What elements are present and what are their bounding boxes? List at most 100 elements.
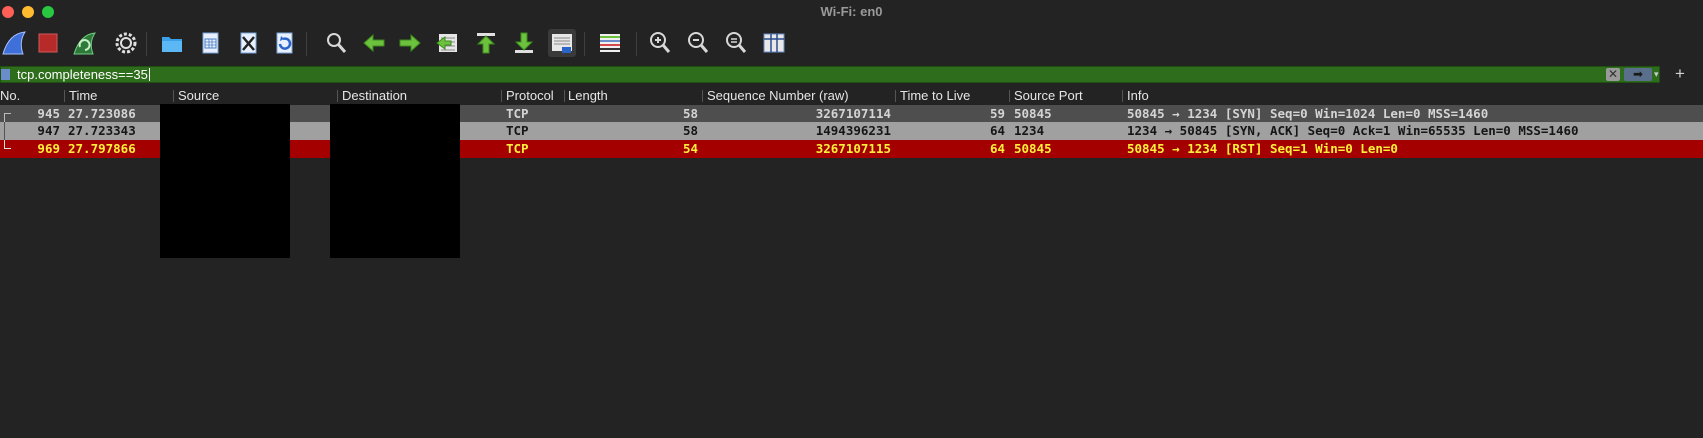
column-divider[interactable] <box>564 90 565 102</box>
column-header-no[interactable]: No. <box>0 88 20 103</box>
zoom-in-icon <box>650 32 671 53</box>
column-header-length[interactable]: Length <box>568 88 608 103</box>
packet-src-port: 1234 <box>1014 123 1045 138</box>
column-divider[interactable] <box>895 90 896 102</box>
column-header-seq-raw[interactable]: Sequence Number (raw) <box>707 88 849 103</box>
zoom-out-button[interactable] <box>684 29 712 57</box>
packet-time: 27.723343 <box>68 123 136 138</box>
packet-ttl: 64 <box>989 123 1005 138</box>
toolbar-separator <box>636 32 637 56</box>
window-title: Wi-Fi: en0 <box>820 4 883 19</box>
packet-length: 58 <box>682 123 698 138</box>
column-header-destination[interactable]: Destination <box>342 88 407 103</box>
start-capture-button[interactable] <box>0 29 28 57</box>
last-packet-icon <box>514 32 534 53</box>
packet-list-header: No. Time Source Destination Protocol Len… <box>0 87 1703 105</box>
display-filter-input[interactable]: tcp.completeness==35 <box>17 67 150 82</box>
go-forward-button[interactable] <box>396 29 424 57</box>
packet-src-port: 50845 <box>1014 141 1052 156</box>
packet-protocol: TCP <box>506 123 529 138</box>
find-packet-button[interactable] <box>322 29 350 57</box>
colorize-icon <box>600 34 620 52</box>
column-divider[interactable] <box>1122 90 1123 102</box>
title-bar: Wi-Fi: en0 <box>0 0 1703 24</box>
resize-columns-icon <box>763 33 785 53</box>
filter-bookmark-icon[interactable] <box>1 69 10 80</box>
packet-length: 58 <box>682 106 698 121</box>
packet-no: 947 <box>37 123 60 138</box>
column-header-ttl[interactable]: Time to Live <box>900 88 970 103</box>
toolbar-separator <box>584 32 585 56</box>
zoom-reset-icon <box>726 32 747 53</box>
column-header-time[interactable]: Time <box>69 88 97 103</box>
packet-protocol: TCP <box>506 141 529 156</box>
goto-packet-icon <box>436 34 457 52</box>
packet-info: 50845 → 1234 [RST] Seq=1 Win=0 Len=0 <box>1127 141 1398 156</box>
restart-fin-icon <box>73 32 97 55</box>
column-divider[interactable] <box>1009 90 1010 102</box>
file-icon <box>202 32 219 54</box>
packet-seq-raw: 3267107115 <box>815 141 891 156</box>
reload-file-button[interactable] <box>270 29 298 57</box>
column-header-info[interactable]: Info <box>1127 88 1149 103</box>
toolbar-separator <box>306 32 307 56</box>
packet-src-port: 50845 <box>1014 106 1052 121</box>
apply-filter-button[interactable]: ➡ <box>1624 68 1652 81</box>
colorize-button[interactable] <box>596 29 624 57</box>
go-to-packet-button[interactable] <box>434 29 462 57</box>
restart-capture-button[interactable] <box>70 29 98 57</box>
packet-ttl: 59 <box>989 106 1005 121</box>
close-file-button[interactable] <box>234 29 262 57</box>
packet-length: 54 <box>682 141 698 156</box>
auto-scroll-icon <box>552 34 572 53</box>
column-divider[interactable] <box>702 90 703 102</box>
arrow-right-icon <box>399 33 421 53</box>
main-toolbar <box>0 26 1703 62</box>
display-filter-bar: tcp.completeness==35 ✕ ➡ ▾ <box>0 66 1660 83</box>
redacted-source-block <box>160 104 290 258</box>
column-header-source-port[interactable]: Source Port <box>1014 88 1083 103</box>
packet-no: 969 <box>37 141 60 156</box>
arrow-left-icon <box>363 33 385 53</box>
zoom-out-icon <box>688 32 709 53</box>
clear-filter-button[interactable]: ✕ <box>1606 68 1620 81</box>
save-file-button[interactable] <box>196 29 224 57</box>
reload-icon <box>276 32 293 54</box>
normal-size-button[interactable] <box>722 29 750 57</box>
gear-icon <box>115 32 137 54</box>
add-filter-button[interactable]: + <box>1675 65 1685 82</box>
folder-icon <box>162 37 182 52</box>
packet-info: 1234 → 50845 [SYN, ACK] Seq=0 Ack=1 Win=… <box>1127 123 1579 138</box>
packet-seq-raw: 1494396231 <box>815 123 891 138</box>
first-packet-button[interactable] <box>472 29 500 57</box>
go-back-button[interactable] <box>360 29 388 57</box>
open-file-button[interactable] <box>158 29 186 57</box>
first-packet-icon <box>476 33 496 54</box>
toolbar-separator <box>146 32 147 56</box>
column-header-source[interactable]: Source <box>178 88 219 103</box>
packet-protocol: TCP <box>506 106 529 121</box>
filter-history-dropdown[interactable]: ▾ <box>1654 67 1664 82</box>
magnifier-icon <box>327 33 347 53</box>
packet-info: 50845 → 1234 [SYN] Seq=0 Win=1024 Len=0 … <box>1127 106 1489 121</box>
packet-ttl: 64 <box>989 141 1005 156</box>
column-divider[interactable] <box>337 90 338 102</box>
packet-seq-raw: 3267107114 <box>815 106 891 121</box>
capture-options-button[interactable] <box>112 29 140 57</box>
zoom-in-button[interactable] <box>646 29 674 57</box>
stop-square-icon <box>38 33 58 53</box>
last-packet-button[interactable] <box>510 29 538 57</box>
shark-fin-icon <box>2 31 27 55</box>
close-file-icon <box>240 32 257 54</box>
packet-time: 27.723086 <box>68 106 136 121</box>
stop-capture-button[interactable] <box>34 29 62 57</box>
column-divider[interactable] <box>173 90 174 102</box>
column-divider[interactable] <box>501 90 502 102</box>
column-divider[interactable] <box>64 90 65 102</box>
redacted-destination-block <box>330 104 460 258</box>
packet-time: 27.797866 <box>68 141 136 156</box>
auto-scroll-button[interactable] <box>548 29 576 57</box>
column-header-protocol[interactable]: Protocol <box>506 88 554 103</box>
packet-no: 945 <box>37 106 60 121</box>
resize-columns-button[interactable] <box>760 29 788 57</box>
